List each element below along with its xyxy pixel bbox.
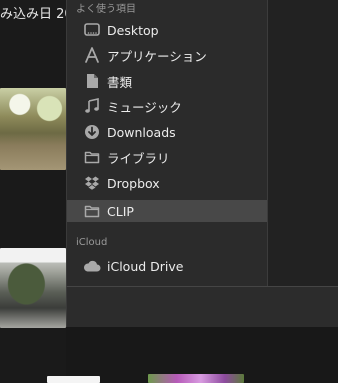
applications-icon (83, 46, 101, 64)
documents-icon (83, 72, 101, 90)
photo-grid-column (0, 30, 66, 383)
sidebar-item-icloud-drive[interactable]: iCloud Drive (67, 255, 267, 277)
sidebar-item-label: Desktop (107, 22, 159, 38)
folder-icon (83, 148, 101, 166)
sidebar-item-clip[interactable]: CLIP (67, 200, 267, 222)
sidebar-item-label: ミュージック (107, 99, 182, 115)
sidebar-item-music[interactable]: ミュージック (67, 95, 267, 117)
sidebar-item-label: ライブラリ (107, 150, 170, 166)
dialog-bottom-bar (66, 286, 338, 327)
finder-sidebar: よく使う項目 Desktop アプリケーション 書類 ミュージック Downlo… (66, 0, 267, 286)
sidebar-item-label: 書類 (107, 74, 133, 90)
cloud-icon (83, 257, 101, 275)
file-browser-pane (267, 0, 338, 286)
sidebar-item-label: Dropbox (107, 175, 160, 191)
sidebar-item-label: iCloud Drive (107, 258, 184, 274)
folder-icon (83, 202, 101, 220)
sidebar-item-label: CLIP (107, 203, 134, 219)
photo-thumbnail[interactable] (47, 376, 100, 383)
downloads-icon (83, 123, 101, 141)
photo-thumbnail[interactable] (0, 88, 66, 170)
sidebar-item-applications[interactable]: アプリケーション (67, 44, 267, 66)
icloud-header: iCloud (76, 237, 108, 248)
sidebar-item-library[interactable]: ライブラリ (67, 146, 267, 168)
sidebar-item-downloads[interactable]: Downloads (67, 121, 267, 143)
photo-thumbnail[interactable] (0, 248, 66, 328)
sidebar-item-label: アプリケーション (107, 48, 207, 64)
dropbox-icon (83, 174, 101, 192)
favorites-header: よく使う項目 (76, 4, 136, 15)
import-date-title: み込み日 20 (0, 7, 73, 22)
music-icon (83, 97, 101, 115)
sidebar-item-label: Downloads (107, 124, 176, 140)
sidebar-item-desktop[interactable]: Desktop (67, 19, 267, 41)
desktop-icon (83, 21, 101, 39)
sidebar-item-dropbox[interactable]: Dropbox (67, 172, 267, 194)
sidebar-item-documents[interactable]: 書類 (67, 70, 267, 92)
photo-thumbnail[interactable] (148, 374, 244, 383)
